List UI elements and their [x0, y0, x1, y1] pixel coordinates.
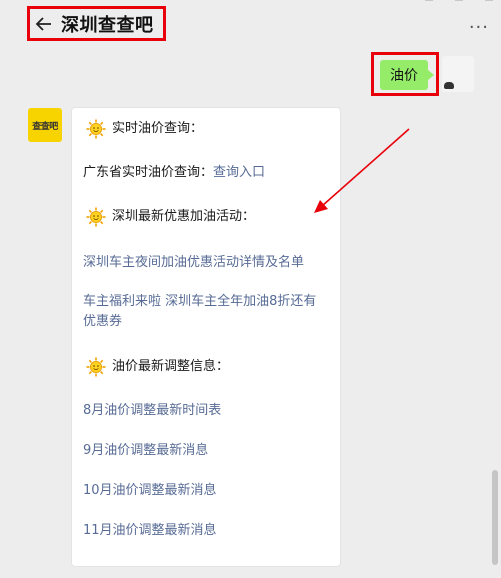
section-realtime-price: 实时油价查询：	[83, 119, 203, 139]
section-discount: 深圳最新优惠加油活动：	[83, 207, 255, 227]
sep-adjustment-link[interactable]: 9月油价调整最新消息	[83, 441, 208, 461]
chat-header: 深圳查查吧 ···	[0, 0, 501, 50]
section-adjustment: 油价最新调整信息：	[83, 357, 229, 377]
province-query-row: 广东省实时油价查询：查询入口	[83, 163, 265, 183]
bot-avatar[interactable]: 查查吧	[28, 108, 62, 142]
more-options-icon[interactable]: ···	[469, 17, 489, 38]
section-heading-text: 深圳最新优惠加油活动：	[112, 209, 256, 224]
reply-card: 实时油价查询： 广东省实时油价查询：查询入口 深圳最新优惠加油活动： 深圳车主夜…	[71, 107, 341, 567]
back-arrow-icon[interactable]	[33, 13, 55, 35]
sun-icon	[86, 119, 106, 139]
oct-adjustment-link[interactable]: 10月油价调整最新消息	[83, 481, 217, 501]
user-avatar[interactable]	[442, 56, 474, 92]
sent-message-text: 油价	[390, 68, 418, 84]
nov-adjustment-link[interactable]: 11月油价调整最新消息	[83, 521, 217, 541]
bot-avatar-logo: 查查吧	[32, 121, 58, 132]
sun-icon	[86, 357, 106, 377]
section-heading-text: 油价最新调整信息：	[112, 359, 230, 374]
avatar-cat-icon	[444, 82, 454, 89]
benefit-link[interactable]: 车主福利来啦 深圳车主全年加油8折还有 优惠券	[83, 292, 335, 332]
sent-message-highlight: 油价	[371, 52, 439, 96]
title-highlight: 深圳查查吧	[27, 6, 166, 41]
benefit-link-line2: 优惠券	[83, 314, 123, 329]
query-entry-link[interactable]: 查询入口	[213, 165, 265, 180]
province-label: 广东省实时油价查询：	[83, 165, 214, 180]
night-discount-link[interactable]: 深圳车主夜间加油优惠活动详情及名单	[83, 253, 304, 273]
sent-message-bubble[interactable]: 油价	[380, 60, 434, 90]
sun-icon	[86, 207, 106, 227]
scrollbar[interactable]	[492, 470, 498, 565]
chat-title: 深圳查查吧	[61, 14, 154, 36]
aug-adjustment-link[interactable]: 8月油价调整最新时间表	[83, 401, 221, 421]
section-heading-text: 实时油价查询：	[112, 121, 204, 136]
benefit-link-line1: 车主福利来啦 深圳车主全年加油8折还有	[83, 294, 317, 309]
